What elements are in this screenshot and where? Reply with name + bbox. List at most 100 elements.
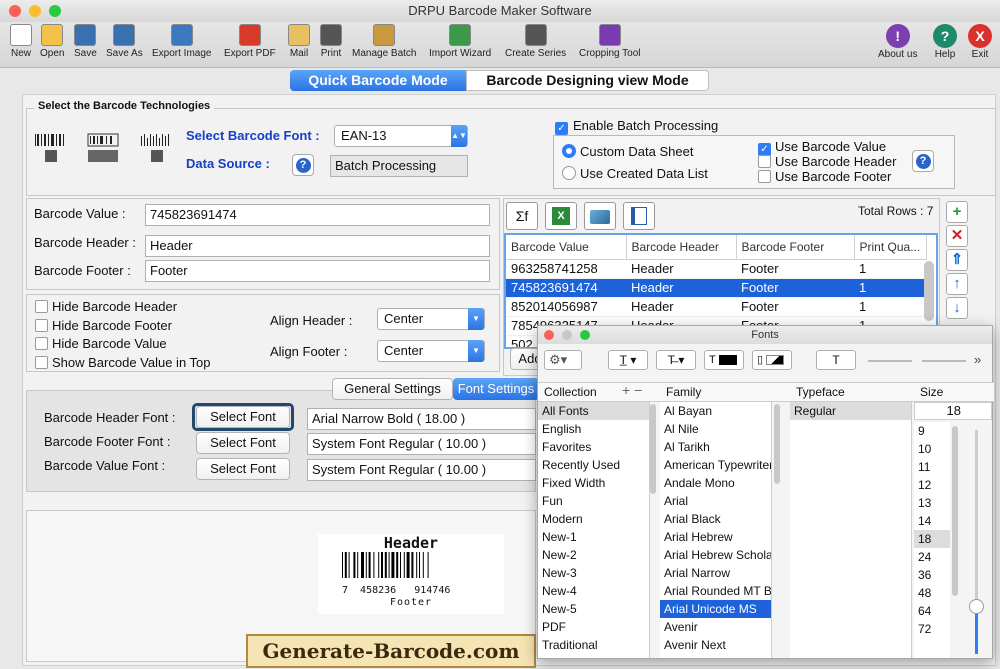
select-footer-font-button[interactable]: Select Font [196, 432, 290, 454]
toolbar-open-button[interactable]: Open [40, 24, 64, 59]
select-value-font-button[interactable]: Select Font [196, 458, 290, 480]
tab-font-settings[interactable]: Font Settings [453, 378, 539, 400]
show-value-top-checkbox[interactable] [35, 356, 48, 372]
family-item[interactable]: Avenir [660, 618, 771, 636]
collection-item[interactable]: New-3 [538, 564, 649, 582]
barcode-value-input[interactable]: 745823691474 [145, 204, 490, 226]
toolbar-save-button[interactable]: Save [74, 24, 97, 59]
collection-item[interactable]: New-4 [538, 582, 649, 600]
toolbar-mail-button[interactable]: Mail [288, 24, 310, 59]
family-item[interactable]: Arial Hebrew Scholar [660, 546, 771, 564]
family-item[interactable]: Avenir Next [660, 636, 771, 654]
collection-item[interactable]: Fun [538, 492, 649, 510]
underline-menu[interactable]: T̲ ▾ [608, 350, 648, 370]
fonts-zoom-button[interactable] [580, 330, 590, 340]
collection-item[interactable]: Traditional [538, 636, 649, 654]
table-row[interactable]: 745823691474 Header Footer 1 [506, 278, 926, 298]
toolbar-exit-button[interactable]: X Exit [968, 24, 992, 60]
size-item[interactable]: 18 [914, 530, 950, 548]
barcode-footer-input[interactable]: Footer [145, 260, 490, 282]
fonts-action-menu[interactable]: ⚙▾ [544, 350, 582, 370]
size-item[interactable]: 64 [914, 602, 950, 620]
shadow-blur-slider[interactable] [922, 360, 966, 362]
toolbar-create-series-button[interactable]: Create Series [505, 24, 566, 59]
add-record-button[interactable]: + [946, 201, 968, 223]
collection-item[interactable]: PDF [538, 618, 649, 636]
family-item[interactable]: Arial Black [660, 510, 771, 528]
data-source-help-button[interactable]: ? [292, 154, 314, 176]
enable-batch-checkbox[interactable]: ✓ [555, 119, 568, 135]
tab-general-settings[interactable]: General Settings [332, 378, 453, 400]
toolbar-cropping-tool-button[interactable]: Cropping Tool [579, 24, 641, 59]
collection-item[interactable]: New-5 [538, 600, 649, 618]
size-input[interactable]: 18 [914, 402, 992, 420]
toolbar-print-button[interactable]: Print [320, 24, 342, 59]
align-footer-select[interactable]: Center ▼ [377, 340, 485, 362]
strikethrough-menu[interactable]: T̶ ▾ [656, 350, 696, 370]
family-item[interactable]: Andale Mono [660, 474, 771, 492]
toolbar-export-image-button[interactable]: Export Image [152, 24, 211, 59]
use-header-checkbox[interactable] [758, 155, 771, 171]
size-item[interactable]: 13 [914, 494, 950, 512]
family-item[interactable]: Arial Unicode MS [660, 600, 771, 618]
tab-barcode-designing-mode[interactable]: Barcode Designing view Mode [466, 70, 709, 91]
use-value-checkbox[interactable]: ✓ [758, 140, 771, 156]
size-item[interactable]: 12 [914, 476, 950, 494]
family-item[interactable]: Arial Narrow [660, 564, 771, 582]
radio-created-data-list[interactable] [562, 166, 576, 180]
fonts-close-button[interactable] [544, 330, 554, 340]
size-item[interactable]: 10 [914, 440, 950, 458]
family-item[interactable]: American Typewriter [660, 456, 771, 474]
zoom-window-button[interactable] [49, 5, 61, 17]
minimize-window-button[interactable] [29, 5, 41, 17]
sizes-scrollbar[interactable] [952, 426, 958, 596]
collection-item[interactable]: All Fonts [538, 402, 649, 420]
fonts-minimize-button[interactable] [562, 330, 572, 340]
select-header-font-button[interactable]: Select Font [196, 406, 290, 428]
document-color-button[interactable]: ▯ [752, 350, 792, 370]
table-row[interactable]: 852014056987 Header Footer 1 [506, 297, 926, 317]
align-header-select[interactable]: Center ▼ [377, 308, 485, 330]
collection-item[interactable]: New-1 [538, 528, 649, 546]
collections-scrollbar[interactable] [650, 404, 656, 494]
size-item[interactable]: 11 [914, 458, 950, 476]
radio-custom-data-sheet[interactable] [562, 144, 576, 158]
collection-item[interactable]: Modern [538, 510, 649, 528]
family-item[interactable]: Al Nile [660, 420, 771, 438]
shadow-opacity-slider[interactable] [868, 360, 912, 362]
collection-item[interactable]: Favorites [538, 438, 649, 456]
delete-record-button[interactable]: ✕ [946, 225, 968, 247]
families-scrollbar[interactable] [774, 404, 780, 484]
family-item[interactable]: Al Bayan [660, 402, 771, 420]
collection-item[interactable]: New-2 [538, 546, 649, 564]
toolbar-save-as-button[interactable]: Save As [106, 24, 143, 59]
hide-value-checkbox[interactable] [35, 337, 48, 353]
size-item[interactable]: 14 [914, 512, 950, 530]
size-item[interactable]: 48 [914, 584, 950, 602]
text-color-button[interactable]: T [704, 350, 744, 370]
column-print-quantity[interactable]: Print Qua... [854, 235, 927, 259]
batch-data-button[interactable] [584, 202, 616, 230]
text-shadow-button[interactable]: T [816, 350, 856, 370]
more-options-icon[interactable]: » [974, 352, 981, 367]
export-list-button[interactable] [623, 202, 655, 230]
collection-item[interactable]: Recently Used [538, 456, 649, 474]
column-barcode-header[interactable]: Barcode Header [626, 235, 737, 259]
size-item[interactable]: 9 [914, 422, 950, 440]
tab-quick-barcode-mode[interactable]: Quick Barcode Mode [290, 70, 466, 91]
excel-import-button[interactable]: X [545, 202, 577, 230]
family-item[interactable]: Al Tarikh [660, 438, 771, 456]
table-scrollbar[interactable] [924, 261, 934, 321]
hide-header-checkbox[interactable] [35, 300, 48, 316]
size-item[interactable]: 72 [914, 620, 950, 638]
batch-help-button[interactable]: ? [912, 150, 934, 172]
toolbar-manage-batch-button[interactable]: Manage Batch [352, 24, 417, 59]
move-down-button[interactable]: ↓ [946, 297, 968, 319]
create-series-tool-button[interactable]: Σf [506, 202, 538, 230]
table-row[interactable]: 963258741258 Header Footer 1 [506, 259, 926, 279]
collection-item[interactable]: English [538, 420, 649, 438]
family-item[interactable]: Arial [660, 492, 771, 510]
size-item[interactable]: 36 [914, 566, 950, 584]
size-slider-thumb[interactable] [969, 599, 984, 614]
move-top-button[interactable]: ⇑ [946, 249, 968, 271]
